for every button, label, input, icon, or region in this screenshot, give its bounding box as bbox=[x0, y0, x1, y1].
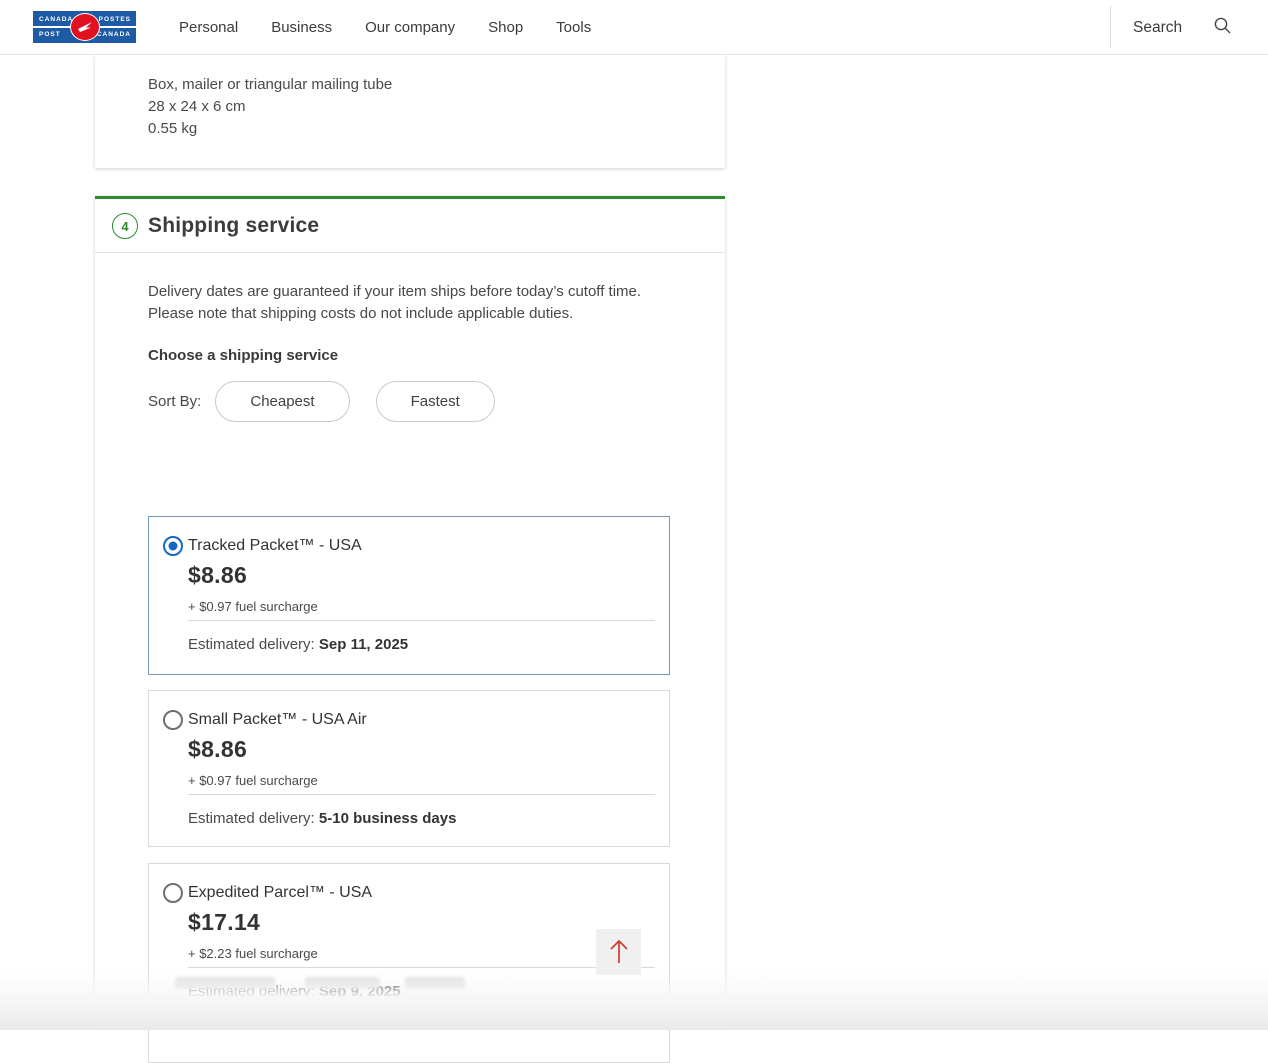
sort-fastest-button[interactable]: Fastest bbox=[376, 381, 495, 422]
search-label[interactable]: Search bbox=[1133, 19, 1182, 37]
faded-element bbox=[175, 977, 275, 989]
canada-post-logo[interactable]: CANADA POST POSTES CANADA bbox=[33, 11, 136, 43]
faded-element bbox=[405, 977, 465, 989]
arrow-up-icon bbox=[607, 937, 631, 968]
logo-text: CANADA bbox=[97, 31, 131, 38]
package-weight: 0.55 kg bbox=[148, 118, 392, 140]
search-icon[interactable] bbox=[1212, 15, 1233, 41]
logo-text: POSTES bbox=[99, 16, 131, 23]
option-fuel-surcharge: + $0.97 fuel surcharge bbox=[188, 773, 318, 788]
option-divider bbox=[188, 794, 655, 795]
delivery-value: 5-10 business days bbox=[319, 810, 457, 827]
search-control[interactable]: Search bbox=[1133, 0, 1233, 55]
delivery-value: Sep 11, 2025 bbox=[319, 636, 408, 653]
sort-by-label: Sort By: bbox=[148, 393, 201, 410]
nav-item-our-company[interactable]: Our company bbox=[365, 19, 455, 36]
option-divider bbox=[188, 967, 655, 968]
option-price: $17.14 bbox=[188, 909, 260, 936]
top-nav-bar: CANADA POST POSTES CANADA Personal Busin… bbox=[0, 0, 1268, 55]
primary-nav: Personal Business Our company Shop Tools bbox=[179, 0, 591, 55]
package-type: Box, mailer or triangular mailing tube bbox=[148, 74, 392, 96]
faded-element bbox=[305, 977, 380, 989]
canada-post-wing-icon bbox=[70, 13, 100, 41]
option-name: Expedited Parcel™ - USA bbox=[188, 884, 372, 902]
option-liability-coverage: Liability coverage (Free up to $100). bbox=[188, 1008, 428, 1025]
nav-item-business[interactable]: Business bbox=[271, 19, 332, 36]
header-divider bbox=[1110, 6, 1111, 48]
sort-cheapest-button[interactable]: Cheapest bbox=[215, 381, 349, 422]
delivery-label: Estimated delivery: bbox=[188, 636, 315, 653]
choose-service-label: Choose a shipping service bbox=[148, 347, 338, 364]
nav-item-tools[interactable]: Tools bbox=[556, 19, 591, 36]
package-dimensions: 28 x 24 x 6 cm bbox=[148, 96, 392, 118]
page: CANADA POST POSTES CANADA Personal Busin… bbox=[0, 0, 1268, 1030]
option-estimated-delivery: Estimated delivery: 5-10 business days bbox=[188, 810, 456, 827]
shipping-option-tracked-packet-usa[interactable]: Tracked Packet™ - USA $8.86 + $0.97 fuel… bbox=[148, 516, 670, 675]
section-title: Shipping service bbox=[148, 199, 319, 253]
shipping-option-expedited-parcel-usa[interactable]: Expedited Parcel™ - USA $17.14 + $2.23 f… bbox=[148, 863, 670, 1063]
shipping-option-small-packet-usa-air[interactable]: Small Packet™ - USA Air $8.86 + $0.97 fu… bbox=[148, 690, 670, 847]
shipping-service-section: 4 Shipping service Delivery dates are gu… bbox=[95, 196, 725, 1026]
logo-text: CANADA bbox=[39, 16, 73, 23]
back-to-top-button[interactable] bbox=[596, 929, 641, 975]
radio-tracked-packet-usa[interactable] bbox=[163, 536, 183, 556]
nav-item-shop[interactable]: Shop bbox=[488, 19, 523, 36]
option-estimated-delivery: Estimated delivery: Sep 11, 2025 bbox=[188, 636, 408, 653]
radio-expedited-parcel-usa[interactable] bbox=[163, 883, 183, 903]
option-divider bbox=[188, 620, 655, 621]
option-price: $8.86 bbox=[188, 562, 247, 589]
option-name: Tracked Packet™ - USA bbox=[188, 537, 362, 555]
delivery-label: Estimated delivery: bbox=[188, 810, 315, 827]
logo-text: POST bbox=[39, 31, 61, 38]
radio-small-packet-usa-air[interactable] bbox=[163, 710, 183, 730]
option-fuel-surcharge: + $2.23 fuel surcharge bbox=[188, 946, 318, 961]
shipping-description: Delivery dates are guaranteed if your it… bbox=[148, 281, 680, 324]
nav-item-personal[interactable]: Personal bbox=[179, 19, 238, 36]
step-number-badge: 4 bbox=[112, 213, 138, 239]
package-summary-lines: Box, mailer or triangular mailing tube 2… bbox=[148, 74, 392, 140]
option-name: Small Packet™ - USA Air bbox=[188, 711, 367, 729]
package-summary-card: Box, mailer or triangular mailing tube 2… bbox=[95, 55, 725, 168]
sort-by-row: Sort By: Cheapest Fastest bbox=[148, 381, 521, 422]
option-fuel-surcharge: + $0.97 fuel surcharge bbox=[188, 599, 318, 614]
option-price: $8.86 bbox=[188, 736, 247, 763]
shipping-section-header: 4 Shipping service bbox=[95, 199, 725, 253]
